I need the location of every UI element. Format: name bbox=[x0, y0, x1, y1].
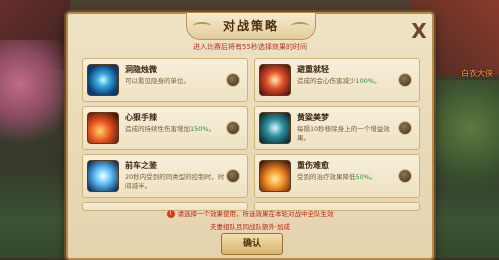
strategy-name: 避重就轻 bbox=[297, 65, 329, 74]
title-ornament-left bbox=[193, 22, 211, 30]
title-plate: 对战策略 bbox=[186, 13, 316, 40]
selection-notice: ! 请选择一个效果使用，所选效果在本轮对战中全队生效 bbox=[68, 208, 432, 218]
strategy-card[interactable]: 前车之鉴 20秒内受到的同类型的控制时，时间减半。 bbox=[82, 154, 248, 198]
strategy-radio[interactable] bbox=[226, 169, 240, 183]
bonus-notice: 夫妻组队且同战队额外·加成 bbox=[209, 223, 291, 231]
warning-icon: ! bbox=[166, 210, 175, 218]
strategy-radio[interactable] bbox=[226, 73, 240, 87]
strategy-name: 心狠手辣 bbox=[125, 113, 157, 122]
strategy-radio[interactable] bbox=[398, 73, 412, 87]
strategy-name: 洞隐烛微 bbox=[125, 65, 157, 74]
npc-name-tag[interactable]: 白衣大侠 bbox=[461, 68, 493, 79]
fire-claw-icon bbox=[87, 112, 119, 144]
strategy-card[interactable]: 心狠手辣 造成的持续性伤害增加150%。 bbox=[82, 106, 248, 150]
dialog-title: 对战策略 bbox=[222, 19, 279, 33]
strategy-radio[interactable] bbox=[398, 121, 412, 135]
strategy-desc: 20秒内受到的同类型的控制时，时间减半。 bbox=[125, 173, 225, 190]
frost-burst-icon bbox=[87, 160, 119, 192]
strategy-desc: 造成的会心伤害减少100%。 bbox=[297, 77, 381, 85]
eye-orb-icon bbox=[87, 64, 119, 96]
strategy-card[interactable]: 黄粱美梦 每隔10秒移除身上的一个增益效果。 bbox=[254, 106, 420, 150]
flame-fist-icon bbox=[259, 160, 291, 192]
strategy-card[interactable]: 重伤难愈 受到的治疗效果降低50%。 bbox=[254, 154, 420, 198]
crossed-swords-icon bbox=[259, 64, 291, 96]
strategy-radio[interactable] bbox=[226, 121, 240, 135]
strategy-name: 重伤难愈 bbox=[297, 161, 329, 170]
dream-orb-icon bbox=[259, 112, 291, 144]
confirm-button[interactable]: 确认 bbox=[221, 233, 283, 255]
title-ornament-right bbox=[291, 22, 309, 30]
strategy-radio[interactable] bbox=[398, 169, 412, 183]
close-icon[interactable]: X bbox=[410, 21, 428, 41]
strategy-card[interactable]: 洞隐烛微 可以看见隐身的单位。 bbox=[82, 58, 248, 102]
strategy-name: 黄粱美梦 bbox=[297, 113, 329, 122]
strategy-desc: 可以看见隐身的单位。 bbox=[125, 77, 190, 85]
selection-time-hint: 进入比赛后将有55秒选择效果的时间 bbox=[193, 43, 307, 51]
battle-strategy-dialog: 对战策略 X 进入比赛后将有55秒选择效果的时间 洞隐烛微 可以看见隐身的单位。… bbox=[66, 12, 434, 260]
strategy-desc: 受到的治疗效果降低50%。 bbox=[297, 173, 377, 181]
tree-right bbox=[429, 80, 499, 200]
strategy-name: 前车之鉴 bbox=[125, 161, 157, 170]
strategy-desc: 造成的持续性伤害增加150%。 bbox=[125, 125, 216, 133]
strategy-desc: 每隔10秒移除身上的一个增益效果。 bbox=[297, 125, 390, 142]
strategy-card[interactable]: 避重就轻 造成的会心伤害减少100%。 bbox=[254, 58, 420, 102]
cherry-tree bbox=[0, 40, 65, 150]
